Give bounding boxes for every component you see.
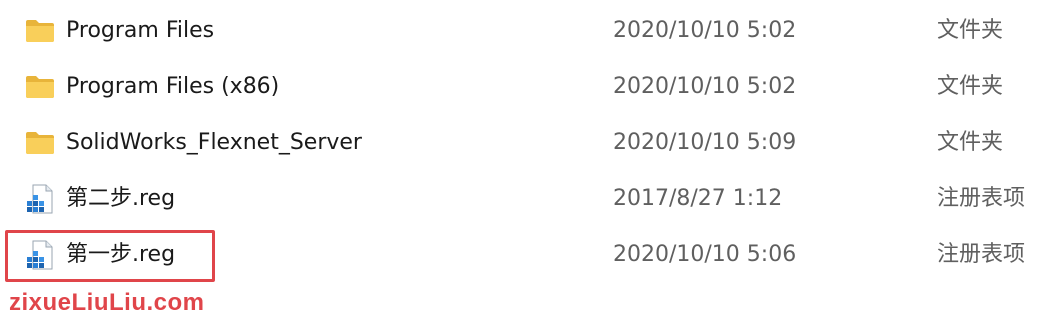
- file-name: 第二步.reg: [66, 186, 176, 211]
- file-type: 文件夹: [937, 18, 1004, 43]
- file-type: 文件夹: [937, 130, 1004, 155]
- folder-icon: [25, 16, 55, 46]
- folder-icon: [25, 128, 55, 158]
- registry-file-icon: [25, 184, 55, 214]
- file-date: 2020/10/10 5:09: [613, 130, 797, 155]
- file-type: 文件夹: [937, 74, 1004, 99]
- file-date: 2017/8/27 1:12: [613, 186, 783, 211]
- file-name: SolidWorks_Flexnet_Server: [66, 130, 362, 155]
- highlight-box: [5, 230, 215, 282]
- folder-icon: [25, 72, 55, 102]
- file-date: 2020/10/10 5:06: [613, 242, 797, 267]
- file-date: 2020/10/10 5:02: [613, 18, 797, 43]
- file-type: 注册表项: [937, 186, 1026, 211]
- watermark: zixueLiuLiu.com: [9, 289, 205, 316]
- file-row-step2-reg[interactable]: 第二步.reg 2017/8/27 1:12 注册表项: [0, 172, 1064, 228]
- file-row-program-files[interactable]: Program Files 2020/10/10 5:02 文件夹: [0, 4, 1064, 60]
- file-date: 2020/10/10 5:02: [613, 74, 797, 99]
- file-name: Program Files (x86): [66, 74, 280, 99]
- file-type: 注册表项: [937, 242, 1026, 267]
- file-row-solidworks-flexnet-server[interactable]: SolidWorks_Flexnet_Server 2020/10/10 5:0…: [0, 116, 1064, 172]
- file-row-program-files-x86[interactable]: Program Files (x86) 2020/10/10 5:02 文件夹: [0, 60, 1064, 116]
- file-name: Program Files: [66, 18, 215, 43]
